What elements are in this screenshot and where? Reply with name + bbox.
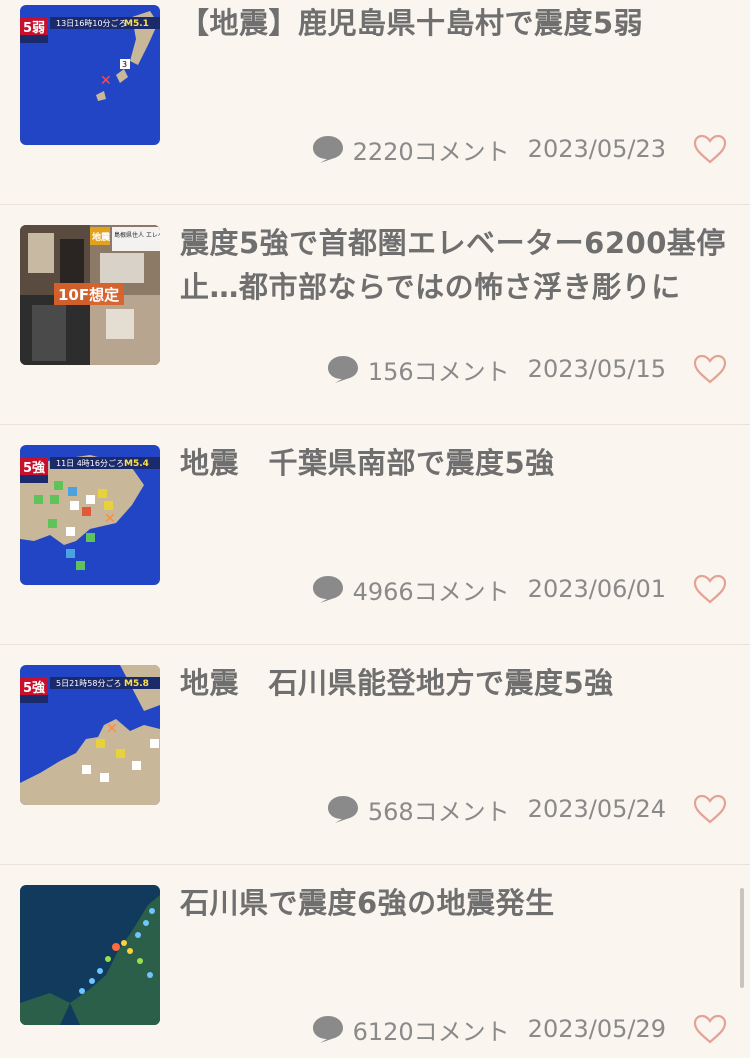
comment-icon — [312, 576, 343, 603]
photo-caption: 10F想定 — [58, 286, 119, 304]
svg-text:3: 3 — [122, 60, 127, 69]
photo-subcaption: 島根県住人 エレベーター — [114, 231, 160, 239]
comment-count: 2220コメント — [352, 137, 510, 166]
article-title[interactable]: 石川県で震度6強の地震発生 — [180, 881, 730, 925]
article-meta: 6120コメント 2023/05/29 — [311, 1011, 666, 1047]
quake-time-text: 13日16時10分ごろ — [56, 18, 127, 28]
earthquake-map-image: 5強 5日21時58分ごろ M5.8 ✕ — [20, 665, 160, 805]
quake-time-text: 5日21時58分ごろ — [56, 678, 121, 688]
article-title[interactable]: 地震 石川県能登地方で震度5強 — [180, 661, 730, 705]
article-date: 2023/05/24 — [527, 795, 666, 823]
quake-time-text: 11日 4時16分ごろ — [56, 458, 124, 468]
article-thumbnail[interactable]: 5強 5日21時58分ごろ M5.8 ✕ — [20, 665, 160, 805]
svg-text:✕: ✕ — [106, 721, 118, 737]
article-date: 2023/05/29 — [527, 1015, 666, 1043]
article-thumbnail[interactable]: 5弱 13日16時10分ごろ M5.1 3 ✕ — [20, 5, 160, 145]
svg-text:✕: ✕ — [104, 511, 116, 527]
article-meta: 568コメント 2023/05/24 — [326, 791, 666, 827]
article-thumbnail[interactable]: 地震 島根県住人 エレベーター 10F想定 — [20, 225, 160, 365]
article-item[interactable]: 5強 5日21時58分ごろ M5.8 ✕ 地震 石川県能登地方で震度5強 568… — [0, 645, 750, 865]
article-date: 2023/05/15 — [527, 355, 666, 383]
intensity-badge: 5強 — [23, 460, 45, 476]
magnitude-text: M5.4 — [124, 459, 149, 469]
earthquake-map-image: 5弱 13日16時10分ごろ M5.1 3 ✕ — [20, 5, 160, 145]
intensity-badge: 5強 — [23, 680, 45, 696]
heart-icon[interactable] — [692, 573, 728, 605]
article-title[interactable]: 【地震】鹿児島県十島村で震度5弱 — [180, 1, 730, 45]
article-item[interactable]: 5強 11日 4時16分ごろ M5.4 ✕ 地震 千葉県南部で震度5強 4966… — [0, 425, 750, 645]
heart-icon[interactable] — [692, 133, 728, 165]
earthquake-map-image — [20, 885, 160, 1025]
article-meta: 2220コメント 2023/05/23 — [311, 131, 666, 167]
article-list: 5弱 13日16時10分ごろ M5.1 3 ✕ 【地震】鹿児島県十島村で震度5弱… — [0, 0, 750, 1058]
article-title[interactable]: 震度5強で首都圏エレベーター6200基停止…都市部ならではの怖さ浮き彫りに — [180, 221, 730, 309]
comment-icon — [312, 136, 343, 163]
article-thumbnail[interactable]: 5強 11日 4時16分ごろ M5.4 ✕ — [20, 445, 160, 585]
photo-tag: 地震 — [92, 231, 111, 243]
article-date: 2023/06/01 — [527, 575, 666, 603]
heart-icon[interactable] — [692, 353, 728, 385]
comment-icon — [327, 796, 358, 823]
comment-icon — [327, 356, 358, 383]
magnitude-text: M5.1 — [124, 19, 149, 29]
comment-count: 568コメント — [367, 797, 510, 826]
article-meta: 4966コメント 2023/06/01 — [311, 571, 666, 607]
svg-text:✕: ✕ — [100, 73, 112, 89]
comment-count: 6120コメント — [352, 1017, 510, 1046]
scrollbar[interactable] — [740, 888, 744, 988]
earthquake-map-image: 5強 11日 4時16分ごろ M5.4 ✕ — [20, 445, 160, 585]
article-item[interactable]: 5弱 13日16時10分ごろ M5.1 3 ✕ 【地震】鹿児島県十島村で震度5弱… — [0, 0, 750, 205]
magnitude-text: M5.8 — [124, 679, 149, 689]
article-thumbnail[interactable] — [20, 885, 160, 1025]
article-title[interactable]: 地震 千葉県南部で震度5強 — [180, 441, 730, 485]
heart-icon[interactable] — [692, 793, 728, 825]
comment-count: 4966コメント — [352, 577, 510, 606]
comment-count: 156コメント — [367, 357, 510, 386]
article-meta: 156コメント 2023/05/15 — [326, 351, 666, 387]
article-item[interactable]: 石川県で震度6強の地震発生 6120コメント 2023/05/29 — [0, 865, 750, 1058]
article-date: 2023/05/23 — [527, 135, 666, 163]
article-item[interactable]: 地震 島根県住人 エレベーター 10F想定 震度5強で首都圏エレベーター6200… — [0, 205, 750, 425]
elevator-photo-image: 地震 島根県住人 エレベーター 10F想定 — [20, 225, 160, 365]
intensity-badge: 5弱 — [23, 20, 45, 36]
heart-icon[interactable] — [692, 1013, 728, 1045]
comment-icon — [312, 1016, 343, 1043]
